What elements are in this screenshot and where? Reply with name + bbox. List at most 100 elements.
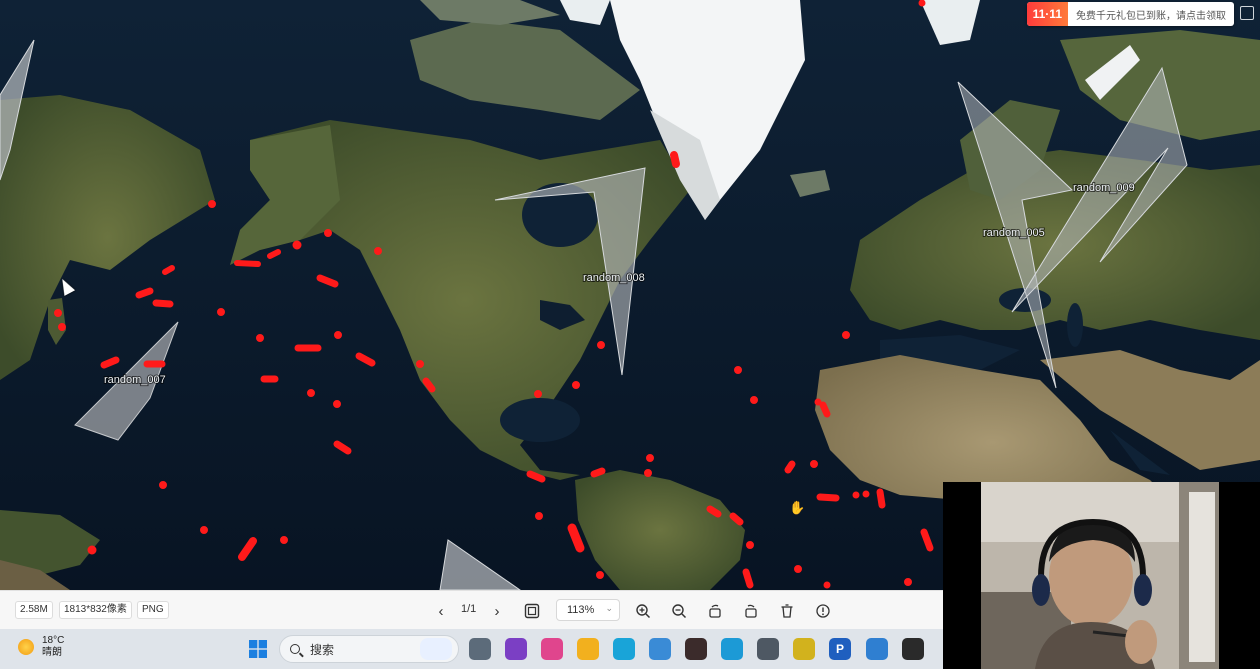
label-random-007: random_007 bbox=[104, 374, 166, 386]
marker bbox=[750, 396, 758, 404]
marker bbox=[100, 356, 120, 369]
marker bbox=[334, 331, 342, 339]
chevron-down-icon: ⌄ bbox=[605, 603, 613, 613]
marker bbox=[590, 467, 606, 478]
marker bbox=[374, 247, 382, 255]
app-gray-icon[interactable] bbox=[757, 638, 779, 660]
marker bbox=[162, 265, 175, 275]
marker bbox=[280, 536, 288, 544]
label-random-009: random_009 bbox=[1073, 182, 1135, 194]
marker bbox=[54, 309, 62, 317]
marker bbox=[135, 287, 154, 299]
marker bbox=[217, 308, 225, 316]
rotate-left-icon[interactable] bbox=[704, 600, 726, 622]
marker bbox=[267, 249, 281, 259]
marker bbox=[794, 565, 802, 573]
edge-browser-icon[interactable] bbox=[721, 638, 743, 660]
marker bbox=[784, 460, 796, 474]
weather-condition: 晴朗 bbox=[42, 647, 62, 658]
microsoft-store-icon[interactable] bbox=[649, 638, 671, 660]
app-cyan-icon[interactable] bbox=[613, 638, 635, 660]
promo-banner[interactable]: 11·11 免费千元礼包已到账，请点击领取 bbox=[1026, 2, 1234, 26]
marker bbox=[159, 481, 167, 489]
search-placeholder: 搜索 bbox=[310, 642, 335, 657]
info-icon[interactable] bbox=[812, 600, 834, 622]
previous-icon[interactable]: ‹ bbox=[430, 600, 452, 622]
marker bbox=[729, 512, 744, 526]
marker bbox=[742, 568, 754, 589]
marker bbox=[58, 323, 66, 331]
app-pink-icon[interactable] bbox=[541, 638, 563, 660]
marker bbox=[706, 505, 722, 518]
sun-icon bbox=[18, 639, 34, 655]
windows-start-icon[interactable] bbox=[247, 638, 269, 660]
marker bbox=[596, 571, 604, 579]
marker bbox=[823, 581, 831, 589]
marker bbox=[292, 240, 302, 250]
marker bbox=[152, 299, 174, 308]
marker bbox=[422, 377, 436, 393]
zoom-value: 113% bbox=[567, 604, 595, 616]
marker bbox=[819, 401, 831, 418]
zoom-out-icon[interactable] bbox=[668, 600, 690, 622]
label-random-005: random_005 bbox=[983, 227, 1045, 239]
dimensions-chip: 1813*832像素 bbox=[59, 601, 132, 619]
next-icon[interactable]: › bbox=[486, 600, 508, 622]
search-highlight-icon bbox=[420, 638, 452, 660]
hand-cursor-icon: ✋ bbox=[789, 500, 806, 515]
marker bbox=[324, 229, 332, 237]
marker bbox=[904, 578, 912, 586]
search-icon bbox=[290, 644, 300, 654]
marker bbox=[597, 341, 605, 349]
zoom-select[interactable]: 113% ⌄ bbox=[556, 599, 620, 621]
file-size-chip: 2.58M bbox=[15, 601, 53, 619]
marker bbox=[208, 200, 216, 208]
marker bbox=[670, 151, 680, 168]
task-view-icon[interactable] bbox=[469, 638, 491, 660]
page-indicator: 1/1 bbox=[461, 603, 477, 615]
marker bbox=[307, 389, 315, 397]
promo-text: 免费千元礼包已到账，请点击领取 bbox=[1076, 10, 1226, 22]
delete-icon[interactable] bbox=[776, 600, 798, 622]
marker bbox=[526, 470, 546, 483]
webcam-overlay bbox=[943, 482, 1260, 669]
marker bbox=[746, 541, 754, 549]
weather-widget[interactable]: 18°C 晴朗 bbox=[18, 635, 64, 659]
obs-icon[interactable] bbox=[902, 638, 924, 660]
marker bbox=[535, 512, 543, 520]
marker bbox=[234, 260, 261, 267]
puzzle-app-icon[interactable] bbox=[793, 638, 815, 660]
marker bbox=[534, 390, 542, 398]
marker bbox=[87, 545, 97, 555]
marker bbox=[572, 381, 580, 389]
rotate-right-icon[interactable] bbox=[740, 600, 762, 622]
marker bbox=[333, 400, 341, 408]
marker bbox=[852, 491, 860, 499]
fit-to-window-icon[interactable] bbox=[521, 600, 543, 622]
zoom-in-icon[interactable] bbox=[632, 600, 654, 622]
marker bbox=[734, 366, 742, 374]
format-chip: PNG bbox=[137, 601, 169, 619]
marker bbox=[810, 460, 818, 468]
p-app-icon[interactable]: P bbox=[829, 638, 851, 660]
fullscreen-icon[interactable] bbox=[1240, 6, 1254, 20]
marker bbox=[644, 469, 652, 477]
screen: random_007 random_008 random_005 random_… bbox=[0, 0, 1260, 669]
app-dark-icon[interactable] bbox=[685, 638, 707, 660]
visual-studio-icon[interactable] bbox=[505, 638, 527, 660]
webcam-feed bbox=[943, 482, 1260, 669]
marker bbox=[816, 493, 840, 502]
promo-badge: 11·11 bbox=[1026, 2, 1068, 26]
marker bbox=[918, 0, 926, 7]
taskbar-search-input[interactable]: 搜索 bbox=[279, 635, 459, 663]
weather-temperature: 18°C bbox=[42, 635, 65, 646]
notepad-icon[interactable] bbox=[866, 638, 888, 660]
marker bbox=[842, 331, 850, 339]
marker bbox=[200, 526, 208, 534]
marker bbox=[646, 454, 654, 462]
marker bbox=[416, 360, 424, 368]
marker bbox=[256, 334, 264, 342]
marker bbox=[876, 488, 886, 509]
marker bbox=[862, 490, 870, 498]
file-explorer-icon[interactable] bbox=[577, 638, 599, 660]
